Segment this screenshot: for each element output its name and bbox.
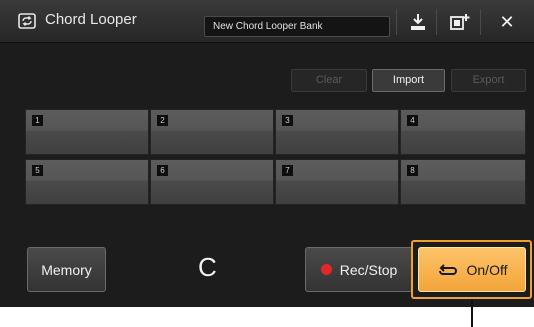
record-icon	[320, 264, 332, 275]
toolbar-divider	[396, 9, 397, 35]
slot-number: 4	[407, 115, 418, 126]
memory-slot-4[interactable]: 4	[400, 109, 526, 155]
memory-slot-5[interactable]: 5	[25, 159, 149, 205]
save-icon[interactable]	[406, 10, 430, 34]
close-icon[interactable]: ✕	[495, 10, 519, 34]
title-bar: Chord Looper New Chord Looper Bank ✕	[0, 0, 534, 43]
memory-button[interactable]: Memory	[27, 247, 106, 292]
rec-stop-label: Rec/Stop	[339, 261, 398, 278]
slot-number: 7	[282, 165, 293, 176]
slot-number: 8	[407, 165, 418, 176]
callout-line	[471, 299, 473, 327]
slot-number: 3	[282, 115, 293, 126]
window-title: Chord Looper	[45, 11, 137, 28]
memory-slot-1[interactable]: 1	[25, 109, 149, 155]
slot-number: 1	[32, 115, 43, 126]
export-button[interactable]: Export	[451, 69, 526, 92]
memory-slot-2[interactable]: 2	[150, 109, 274, 155]
clear-button[interactable]: Clear	[291, 69, 367, 92]
load-bank-icon[interactable]	[448, 10, 472, 34]
chord-looper-window: Chord Looper New Chord Looper Bank ✕ Cle…	[0, 0, 534, 307]
memory-slot-6[interactable]: 6	[150, 159, 274, 205]
rec-stop-button[interactable]: Rec/Stop	[305, 247, 413, 292]
slot-number: 6	[157, 165, 168, 176]
on-off-highlight-frame	[411, 240, 532, 299]
toolbar-divider	[480, 9, 481, 35]
toolbar-divider	[436, 9, 437, 35]
bank-name-field[interactable]: New Chord Looper Bank	[204, 16, 390, 37]
import-button[interactable]: Import	[372, 69, 445, 92]
memory-button-label: Memory	[41, 261, 92, 278]
current-chord: C	[198, 252, 217, 282]
memory-slot-8[interactable]: 8	[400, 159, 526, 205]
memory-slot-3[interactable]: 3	[275, 109, 399, 155]
chord-memory-grid: 1 2 3 4 5 6 7 8	[25, 109, 526, 206]
chord-looper-icon	[18, 12, 36, 30]
slot-number: 2	[157, 115, 168, 126]
memory-slot-7[interactable]: 7	[275, 159, 399, 205]
slot-number: 5	[32, 165, 43, 176]
